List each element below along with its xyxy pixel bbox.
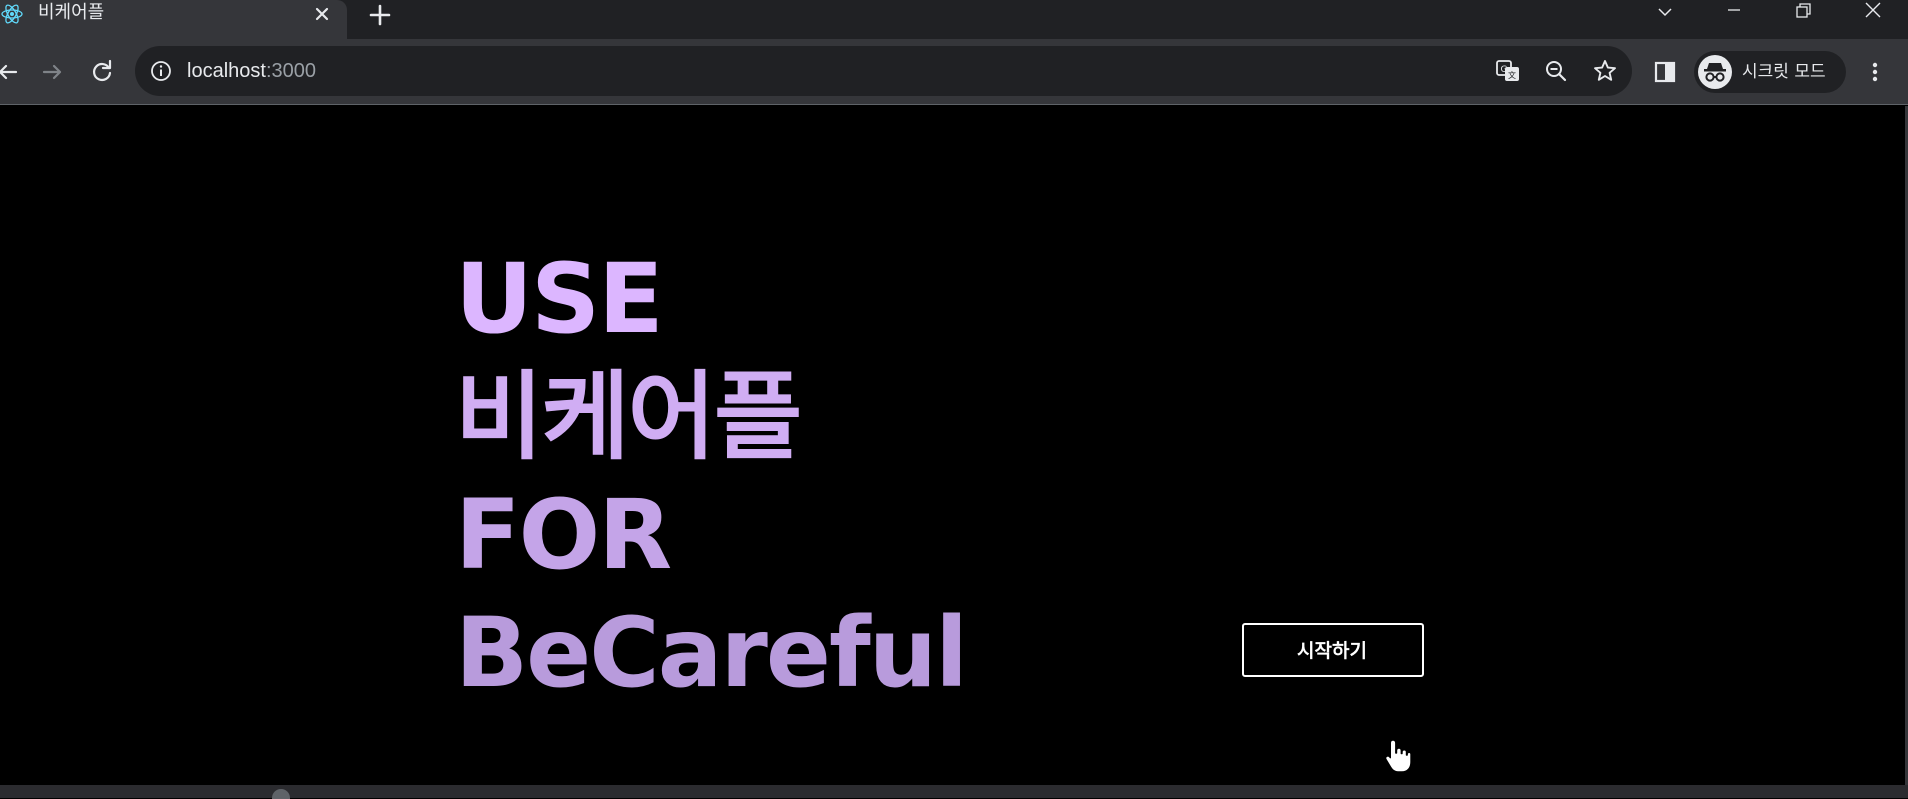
react-logo-icon xyxy=(0,2,24,26)
arrow-right-icon[interactable] xyxy=(39,58,67,86)
window-close-icon[interactable] xyxy=(1850,0,1896,24)
info-icon[interactable] xyxy=(149,59,173,83)
side-panel-icon[interactable] xyxy=(1651,58,1679,86)
svg-text:G: G xyxy=(1501,65,1508,75)
restore-icon[interactable] xyxy=(1780,0,1826,24)
incognito-icon xyxy=(1698,55,1732,89)
arrow-left-icon[interactable] xyxy=(0,58,22,86)
svg-text:文: 文 xyxy=(1508,70,1516,80)
hero-heading: USE 비케어플 FOR BeCareful xyxy=(455,240,1075,712)
hero-line-for: FOR xyxy=(455,479,672,591)
tab-active[interactable]: 비케어플 xyxy=(0,0,347,39)
minimize-icon[interactable] xyxy=(1711,0,1757,24)
browser-toolbar: localhost:3000 G 文 시크릿 모드 xyxy=(0,39,1908,105)
chevron-down-icon[interactable] xyxy=(1642,0,1688,24)
start-button[interactable]: 시작하기 xyxy=(1242,623,1424,677)
tab-title: 비케어플 xyxy=(38,2,105,23)
translate-icon[interactable]: G 文 xyxy=(1495,58,1521,84)
reload-icon[interactable] xyxy=(88,58,116,86)
incognito-profile-button[interactable]: 시크릿 모드 xyxy=(1694,51,1846,93)
hero-line-use: USE xyxy=(455,243,664,355)
url-text[interactable]: localhost:3000 xyxy=(187,46,316,96)
hero-line-brand-korean: 비케어플 xyxy=(455,361,802,473)
tab-strip: 비케어플 xyxy=(0,0,1908,39)
zoom-out-icon[interactable] xyxy=(1543,58,1569,84)
plus-icon[interactable] xyxy=(366,1,394,29)
close-icon[interactable] xyxy=(310,2,334,26)
page-viewport: USE 비케어플 FOR BeCareful xyxy=(0,106,1908,785)
address-bar[interactable]: localhost:3000 G 文 xyxy=(135,46,1632,96)
url-port: :3000 xyxy=(265,60,316,82)
bottom-strip xyxy=(0,785,1908,799)
hero-line-becareful: BeCareful xyxy=(455,597,968,709)
url-host: localhost xyxy=(187,60,266,82)
profile-label: 시크릿 모드 xyxy=(1742,62,1826,82)
kebab-menu-icon[interactable] xyxy=(1861,58,1889,86)
star-icon[interactable] xyxy=(1592,58,1618,84)
